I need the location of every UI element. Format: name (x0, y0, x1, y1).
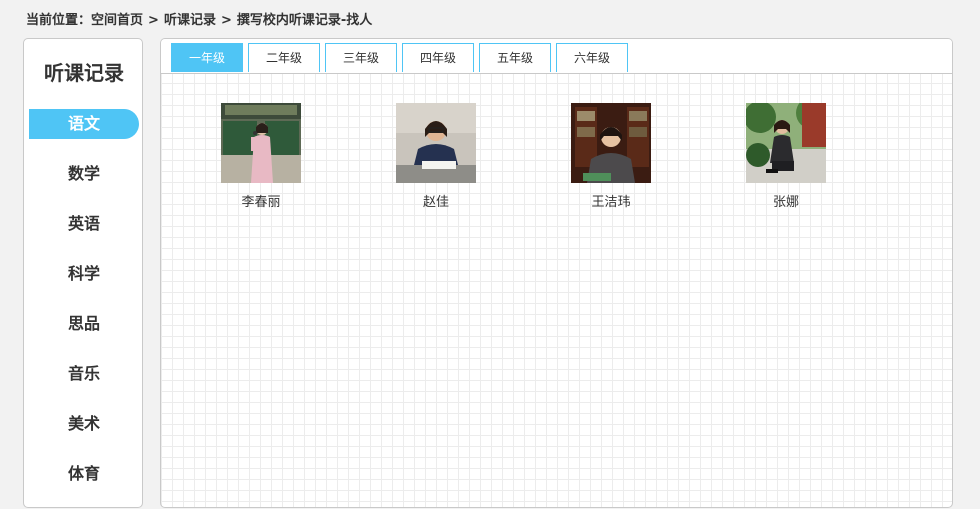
teacher-photo[interactable] (396, 103, 476, 183)
breadcrumb-listen-records-link[interactable]: 听课记录 (164, 13, 216, 28)
breadcrumb-current: 撰写校内听课记录-找人 (236, 13, 373, 28)
sidebar-item-art[interactable]: 美术 (24, 409, 144, 439)
sidebar-item-chinese[interactable]: 语文 (29, 109, 139, 139)
subject-list: 语文 数学 英语 科学 思品 音乐 美术 体育 (24, 109, 144, 509)
tab-grade-5[interactable]: 五年级 (479, 43, 551, 72)
teacher-card[interactable]: 赵佳 (396, 103, 476, 210)
sidebar-item-pe[interactable]: 体育 (24, 459, 144, 489)
teacher-name: 李春丽 (241, 195, 281, 210)
sidebar-item-math[interactable]: 数学 (24, 159, 144, 189)
teacher-photo[interactable] (571, 103, 651, 183)
breadcrumb-separator: > (148, 13, 159, 28)
breadcrumb-home-link[interactable]: 空间首页 (91, 13, 143, 28)
breadcrumb-prefix: 当前位置： (26, 13, 92, 28)
sidebar-item-morality[interactable]: 思品 (24, 309, 144, 339)
sidebar-item-science[interactable]: 科学 (24, 259, 144, 289)
teacher-card[interactable]: 王洁玮 (571, 103, 651, 210)
tab-grade-4[interactable]: 四年级 (402, 43, 474, 72)
teacher-panel: 一年级 二年级 三年级 四年级 五年级 六年级 李春丽 赵佳 王洁玮 张娜 (160, 38, 953, 508)
tab-grade-1[interactable]: 一年级 (171, 43, 243, 72)
breadcrumb: 当前位置：空间首页 > 听课记录 > 撰写校内听课记录-找人 (26, 9, 372, 28)
tab-grade-6[interactable]: 六年级 (556, 43, 628, 72)
teacher-card[interactable]: 张娜 (746, 103, 826, 210)
grade-tab-bar: 一年级 二年级 三年级 四年级 五年级 六年级 (161, 39, 952, 74)
teacher-photo[interactable] (746, 103, 826, 183)
sidebar-item-music[interactable]: 音乐 (24, 359, 144, 389)
subject-sidebar: 听课记录 语文 数学 英语 科学 思品 音乐 美术 体育 (23, 38, 143, 508)
sidebar-title: 听课记录 (44, 61, 124, 85)
teacher-name: 张娜 (772, 195, 799, 210)
tab-grade-2[interactable]: 二年级 (248, 43, 320, 72)
breadcrumb-separator: > (220, 13, 232, 28)
sidebar-item-english[interactable]: 英语 (24, 209, 144, 239)
teacher-photo[interactable] (221, 103, 301, 183)
teacher-card[interactable]: 李春丽 (221, 103, 301, 210)
teacher-name: 王洁玮 (591, 195, 631, 210)
tab-grade-3[interactable]: 三年级 (325, 43, 397, 72)
teacher-name: 赵佳 (422, 195, 449, 210)
